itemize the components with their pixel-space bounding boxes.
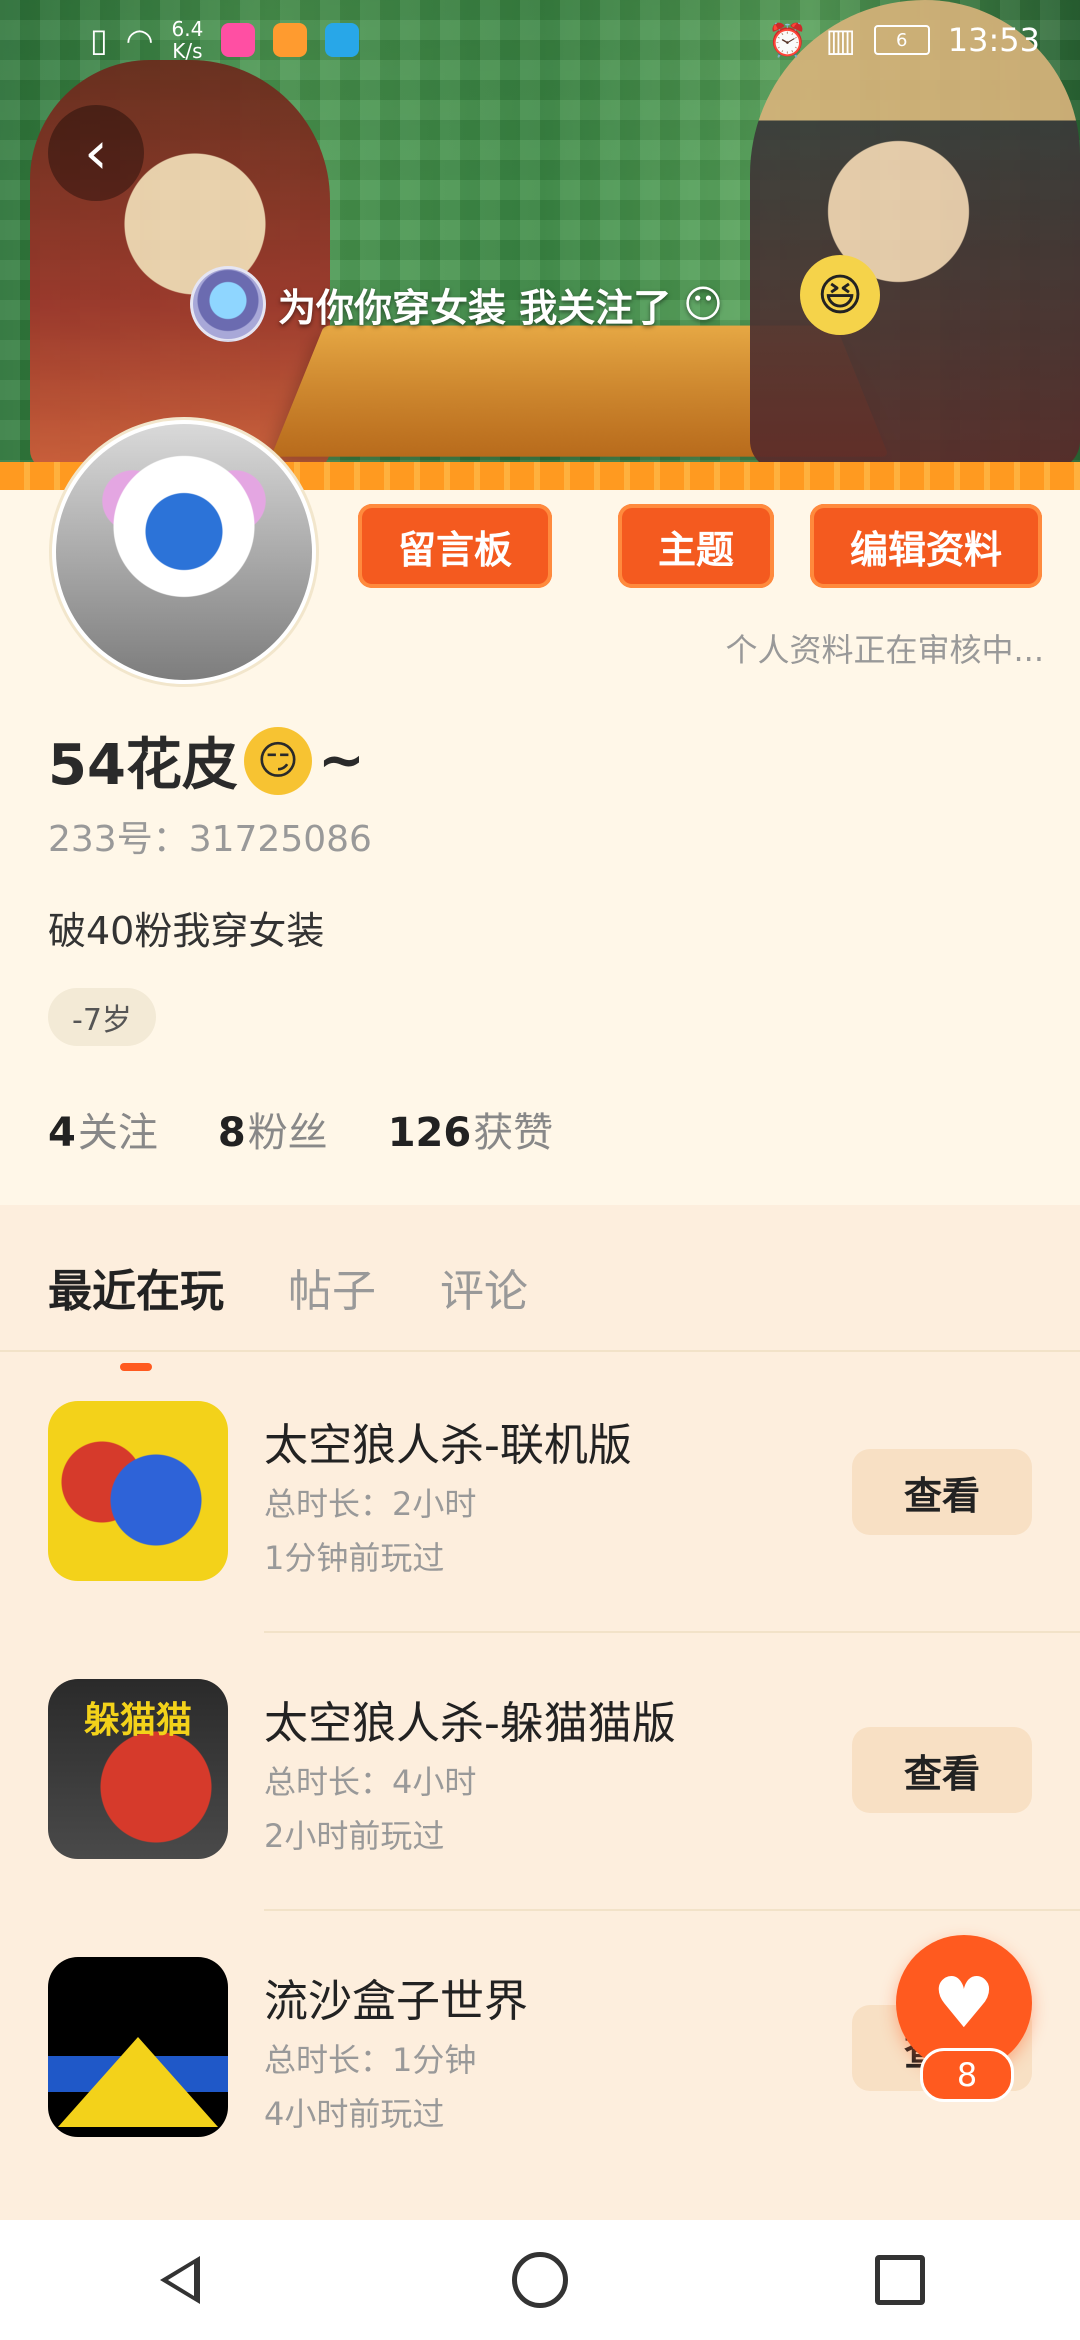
tab-comments[interactable]: 评论: [440, 1255, 528, 1319]
profile-banner: ▯ ◠ 6.4 K/s ⏰ ▥ 6 13:53 ‹ 为你你穿女装 我关注了 😶 …: [0, 0, 1080, 470]
game-icon-label: 躲猫猫: [83, 1700, 192, 1741]
video-app-icon: [221, 23, 256, 57]
wifi-icon: ◠: [125, 21, 154, 59]
recent-games-list: 太空狼人杀-联机版 总时长：2小时 1分钟前玩过 查看 躲猫猫 太空狼人杀-躲猫…: [0, 1353, 1080, 2187]
nav-recents-icon: [875, 2255, 925, 2305]
username-suffix: ~: [317, 728, 365, 793]
view-game-button[interactable]: 查看: [852, 1449, 1032, 1535]
battery-icon: 6: [873, 25, 930, 55]
profile-avatar[interactable]: [52, 420, 316, 684]
sim-alert-icon: ▯: [90, 21, 108, 59]
nav-recents-button[interactable]: [840, 2220, 960, 2340]
theme-button[interactable]: 主题: [618, 504, 775, 588]
health-app-icon: [273, 23, 308, 57]
message-board-button[interactable]: 留言板: [358, 504, 553, 588]
heart-icon: ♥: [932, 1962, 996, 2044]
like-count-badge: 8: [920, 2048, 1014, 2102]
among-us-online-icon[interactable]: [48, 1401, 228, 1581]
vibrate-icon: ▥: [825, 21, 856, 59]
edit-profile-button[interactable]: 编辑资料: [810, 504, 1043, 588]
game-last-played: 2小时前玩过: [264, 1817, 445, 1855]
network-speed: 6.4 K/s: [171, 17, 204, 63]
tab-divider: [0, 1350, 1080, 1352]
stat-following[interactable]: 4关注: [48, 1100, 158, 1158]
back-button[interactable]: ‹: [48, 105, 144, 201]
chevron-left-icon: ‹: [84, 118, 108, 188]
nav-back-icon: [160, 2256, 200, 2304]
game-item[interactable]: 躲猫猫 太空狼人杀-躲猫猫版 总时长：4小时 2小时前玩过 查看: [0, 1631, 1080, 1909]
game-duration: 总时长：2小时: [264, 1485, 477, 1523]
game-last-played: 4小时前玩过: [264, 2095, 445, 2133]
user-id: 233号：31725086: [48, 819, 372, 860]
view-game-button[interactable]: 查看: [852, 1727, 1032, 1813]
avatar-image: [56, 424, 312, 680]
age-badge: -7岁: [48, 988, 156, 1046]
follow-emoji: 😶: [683, 282, 723, 326]
game-duration: 总时长：4小时: [264, 1763, 477, 1801]
nav-home-icon: [512, 2252, 568, 2308]
game-title: 流沙盒子世界: [264, 1976, 528, 2027]
profile-tabs: 最近在玩 帖子 评论: [48, 1255, 528, 1319]
tab-recently-played[interactable]: 最近在玩: [48, 1255, 224, 1319]
among-us-hide-seek-icon[interactable]: 躲猫猫: [48, 1679, 228, 1859]
stat-followers[interactable]: 8粉丝: [218, 1100, 328, 1158]
stat-likes[interactable]: 126获赞: [388, 1100, 554, 1158]
follow-notification[interactable]: 为你你穿女装 我关注了 😶: [190, 265, 723, 343]
status-bar: ▯ ◠ 6.4 K/s ⏰ ▥ 6 13:53: [0, 0, 1080, 80]
tips-app-icon: [325, 23, 360, 57]
alarm-icon: ⏰: [767, 21, 808, 59]
clock: 13:53: [947, 21, 1040, 59]
user-bio: 破40粉我穿女装: [48, 909, 325, 953]
game-title: 太空狼人杀-躲猫猫版: [264, 1698, 676, 1749]
system-nav-bar: [0, 2220, 1080, 2340]
profile-stats: 4关注 8粉丝 126获赞: [48, 1100, 553, 1158]
game-item[interactable]: 太空狼人杀-联机版 总时长：2小时 1分钟前玩过 查看: [0, 1353, 1080, 1631]
game-last-played: 1分钟前玩过: [264, 1539, 445, 1577]
nav-home-button[interactable]: [480, 2220, 600, 2340]
follower-avatar: [190, 266, 266, 342]
follow-text: 为你你穿女装 我关注了: [278, 285, 672, 330]
smirk-emoji-icon: 😏: [243, 726, 312, 795]
username-text: 54花皮: [48, 733, 238, 798]
sandbox-world-icon[interactable]: [48, 1957, 228, 2137]
content-area: 最近在玩 帖子 评论 太空狼人杀-联机版 总时长：2小时 1分钟前玩过 查看 躲…: [0, 1205, 1080, 2220]
game-title: 太空狼人杀-联机版: [264, 1420, 632, 1471]
banner-emoji-sticker: 😆: [800, 255, 880, 335]
game-duration: 总时长：1分钟: [264, 2041, 477, 2079]
review-status: 个人资料正在审核中...: [725, 631, 1044, 669]
tab-posts[interactable]: 帖子: [288, 1255, 376, 1319]
username: 54花皮 😏 ~: [48, 720, 365, 801]
nav-back-button[interactable]: [120, 2220, 240, 2340]
